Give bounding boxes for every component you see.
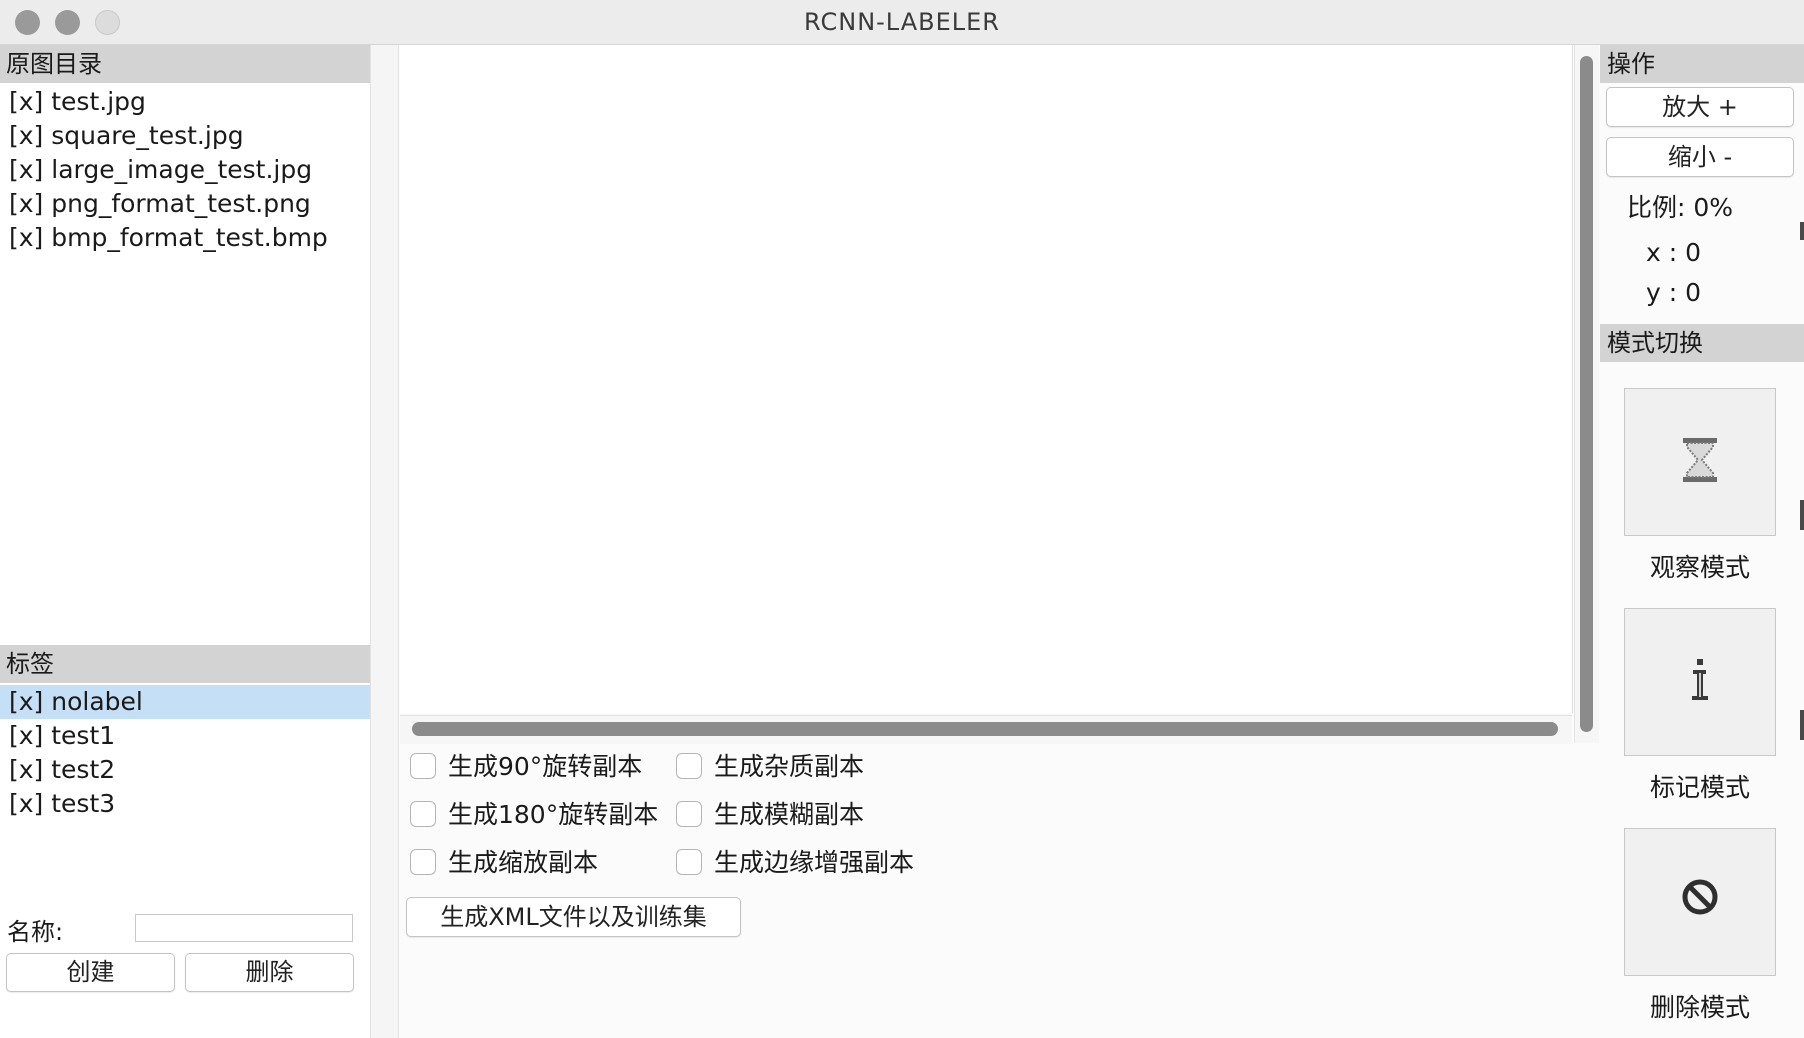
generate-xml-button[interactable]: 生成XML文件以及训练集 — [406, 897, 741, 937]
rotate90-checkbox[interactable] — [410, 753, 436, 779]
vertical-scroll-thumb[interactable] — [1580, 56, 1593, 732]
rotate90-label: 生成90°旋转副本 — [448, 752, 643, 781]
option-blur[interactable]: 生成模糊副本 — [676, 798, 864, 832]
label-list-item-selected[interactable]: [x] nolabel — [0, 685, 370, 719]
delete-mode-label: 删除模式 — [1649, 993, 1750, 1022]
image-canvas[interactable] — [400, 45, 1573, 713]
annotate-mode-button[interactable] — [1624, 608, 1776, 756]
noise-label: 生成杂质副本 — [714, 752, 865, 781]
rotate180-checkbox[interactable] — [410, 801, 436, 827]
observe-mode-label: 观察模式 — [1649, 553, 1750, 582]
observe-mode-button[interactable] — [1624, 388, 1776, 536]
app-window: RCNN-LABELER 原图目录 [x] test.jpg [x] squar… — [0, 0, 1804, 1038]
image-list-item[interactable]: [x] bmp_format_test.bmp — [0, 221, 370, 255]
blur-checkbox[interactable] — [676, 801, 702, 827]
rotate180-label: 生成180°旋转副本 — [448, 800, 659, 829]
option-noise[interactable]: 生成杂质副本 — [676, 750, 864, 784]
images-section-header: 原图目录 — [0, 45, 370, 83]
option-rotate180[interactable]: 生成180°旋转副本 — [410, 798, 658, 832]
y-coordinate: y : 0 — [1646, 278, 1702, 307]
forbidden-icon — [1625, 877, 1775, 921]
edge-checkbox[interactable] — [676, 849, 702, 875]
zoom-in-button[interactable]: 放大 + — [1606, 87, 1794, 127]
image-list-item[interactable]: [x] test.jpg — [0, 85, 370, 119]
mode-switch-header: 模式切换 — [1600, 324, 1804, 362]
x-coordinate: x : 0 — [1646, 238, 1702, 267]
text-cursor-icon — [1625, 657, 1775, 709]
horizontal-scroll-thumb[interactable] — [412, 722, 1558, 736]
label-list: [x] nolabel [x] test1 [x] test2 [x] test… — [0, 685, 370, 821]
noise-checkbox[interactable] — [676, 753, 702, 779]
annotate-mode-label: 标记模式 — [1649, 773, 1750, 802]
image-list-item[interactable]: [x] png_format_test.png — [0, 187, 370, 221]
zoom-ratio: 比例: 0% — [1627, 193, 1734, 222]
scale-checkbox[interactable] — [410, 849, 436, 875]
label-list-item[interactable]: [x] test2 — [0, 753, 370, 787]
labels-section-header: 标签 — [0, 645, 370, 683]
name-label: 名称: — [7, 918, 64, 946]
option-edge[interactable]: 生成边缘增强副本 — [676, 846, 914, 880]
label-list-item[interactable]: [x] test1 — [0, 719, 370, 753]
left-panel: 原图目录 [x] test.jpg [x] square_test.jpg [x… — [0, 45, 371, 1038]
create-label-button[interactable]: 创建 — [6, 953, 175, 992]
scale-label: 生成缩放副本 — [448, 848, 599, 877]
label-name-input[interactable] — [135, 914, 353, 942]
window-edge-mark — [1800, 500, 1804, 530]
blur-label: 生成模糊副本 — [714, 800, 865, 829]
option-rotate90[interactable]: 生成90°旋转副本 — [410, 750, 642, 784]
zoom-out-button[interactable]: 缩小 - — [1606, 137, 1794, 177]
delete-mode-button[interactable] — [1624, 828, 1776, 976]
operations-header: 操作 — [1600, 45, 1804, 83]
option-scale[interactable]: 生成缩放副本 — [410, 846, 598, 880]
image-list: [x] test.jpg [x] square_test.jpg [x] lar… — [0, 85, 370, 255]
image-list-item[interactable]: [x] large_image_test.jpg — [0, 153, 370, 187]
image-list-item[interactable]: [x] square_test.jpg — [0, 119, 370, 153]
delete-label-button[interactable]: 删除 — [185, 953, 354, 992]
title-bar: RCNN-LABELER — [0, 0, 1804, 45]
window-edge-mark — [1800, 710, 1804, 740]
label-list-item[interactable]: [x] test3 — [0, 787, 370, 821]
edge-label: 生成边缘增强副本 — [714, 848, 915, 877]
window-title: RCNN-LABELER — [804, 8, 1000, 36]
hourglass-icon — [1625, 437, 1775, 487]
window-edge-mark — [1800, 222, 1804, 240]
panel-splitter[interactable] — [371, 45, 399, 1038]
